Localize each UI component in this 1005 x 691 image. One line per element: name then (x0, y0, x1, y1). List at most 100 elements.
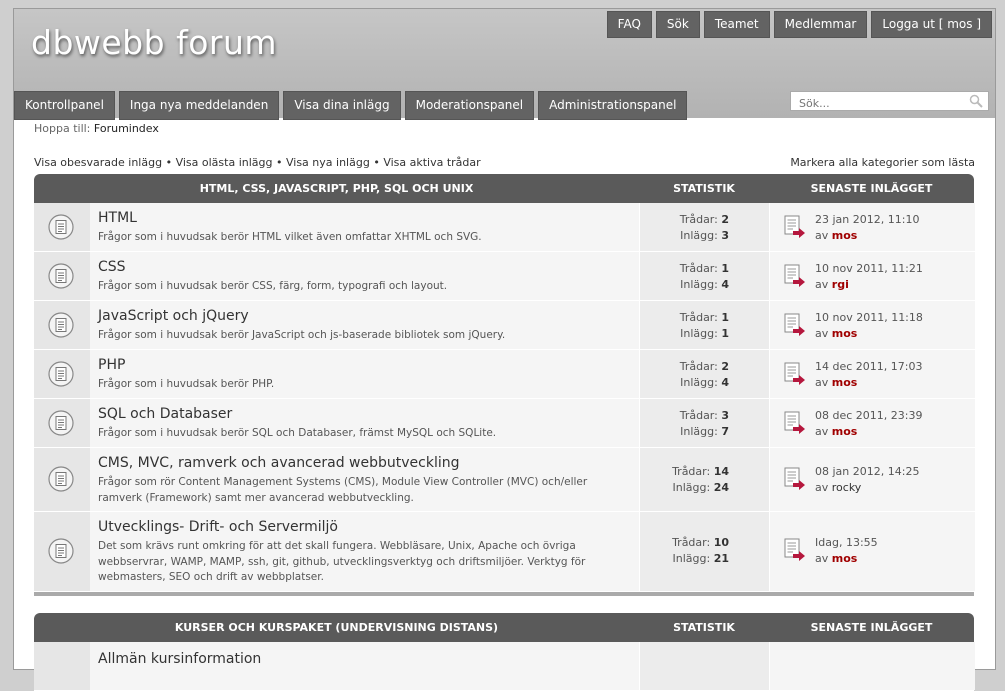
site-title[interactable]: dbwebb forum (31, 23, 277, 62)
by-label: av (815, 376, 829, 389)
threads-label: Trådar: (679, 360, 718, 373)
last-post-author[interactable]: rgi (832, 278, 849, 291)
by-label: av (815, 552, 829, 565)
last-post-author[interactable]: mos (832, 425, 858, 438)
category-section: HTML, CSS, JAVASCRIPT, PHP, SQL OCH UNIX… (34, 174, 975, 596)
tab-your-posts[interactable]: Visa dina inlägg (283, 91, 401, 120)
threads-label: Trådar: (679, 311, 718, 324)
threads-count: 14 (713, 465, 729, 478)
forum-description: Frågor som i huvudsak berör CSS, färg, f… (98, 280, 448, 292)
quick-links: Visa obesvarade inlägg • Visa olästa inl… (34, 156, 481, 169)
nav-search-button[interactable]: Sök (655, 11, 700, 38)
separator: • (165, 156, 173, 169)
category-title[interactable]: HTML, CSS, JAVASCRIPT, PHP, SQL OCH UNIX (34, 174, 639, 203)
forum-row: Utvecklings- Drift- och Servermiljö Det … (34, 512, 975, 592)
search-box (790, 91, 989, 113)
forum-description: Frågor som i huvudsak berör JavaScript o… (98, 329, 506, 341)
forum-title-link[interactable]: Utvecklings- Drift- och Servermiljö (98, 519, 338, 535)
last-post-date: Idag, 13:55 (815, 536, 878, 549)
view-last-post-icon[interactable] (784, 467, 806, 491)
posts-count: 7 (721, 425, 729, 438)
statistics-header: STATISTIK (673, 182, 735, 195)
forum-description: Frågor som i huvudsak berör HTML vilket … (98, 231, 482, 243)
forum-description: Frågor som i huvudsak berör PHP. (98, 378, 275, 390)
view-last-post-icon[interactable] (784, 538, 806, 562)
logout-button[interactable]: Logga ut [ mos ] (871, 11, 992, 38)
forum-read-icon (48, 312, 74, 338)
separator: • (275, 156, 283, 169)
view-last-post-icon[interactable] (784, 215, 806, 239)
threads-label: Trådar: (679, 409, 718, 422)
threads-label: Trådar: (672, 465, 711, 478)
forum-page: dbwebb forum FAQ Sök Teamet Medlemmar Lo… (13, 8, 996, 691)
nav-members-button[interactable]: Medlemmar (773, 11, 868, 38)
new-posts-link[interactable]: Visa nya inlägg (286, 156, 370, 169)
statistics-header: STATISTIK (673, 621, 735, 634)
threads-label: Trådar: (679, 262, 718, 275)
threads-count: 2 (721, 213, 729, 226)
forum-read-icon (48, 214, 74, 240)
forum-row: Allmän kursinformation (34, 642, 975, 691)
forum-title-link[interactable]: HTML (98, 210, 137, 226)
tab-administration-panel[interactable]: Administrationspanel (538, 91, 688, 120)
by-label: av (815, 229, 829, 242)
last-post-author[interactable]: rocky (832, 481, 862, 494)
tab-no-new-messages[interactable]: Inga nya meddelanden (118, 91, 280, 120)
forum-row: HTML Frågor som i huvudsak berör HTML vi… (34, 203, 975, 252)
search-icon[interactable] (969, 94, 983, 108)
posts-label: Inlägg: (672, 481, 711, 494)
tab-control-panel[interactable]: Kontrollpanel (14, 91, 115, 120)
view-last-post-icon[interactable] (784, 264, 806, 288)
unread-posts-link[interactable]: Visa olästa inlägg (176, 156, 273, 169)
active-topics-link[interactable]: Visa aktiva trådar (383, 156, 480, 169)
tab-moderation-panel[interactable]: Moderationspanel (404, 91, 535, 120)
forum-title-link[interactable]: Allmän kursinformation (98, 651, 261, 667)
posts-count: 21 (713, 552, 729, 565)
category-header: HTML, CSS, JAVASCRIPT, PHP, SQL OCH UNIX… (34, 174, 974, 203)
last-post-header: SENASTE INLÄGGET (810, 182, 933, 195)
forum-title-link[interactable]: JavaScript och jQuery (98, 308, 249, 324)
breadcrumb: Hoppa till: Forumindex (34, 122, 159, 135)
last-post-author[interactable]: mos (832, 552, 858, 565)
nav-faq-button[interactable]: FAQ (606, 11, 652, 38)
forum-title-link[interactable]: PHP (98, 357, 125, 373)
posts-label: Inlägg: (680, 327, 718, 340)
unanswered-posts-link[interactable]: Visa obesvarade inlägg (34, 156, 162, 169)
posts-count: 24 (713, 481, 729, 494)
nav-team-button[interactable]: Teamet (703, 11, 770, 38)
posts-count: 4 (721, 376, 729, 389)
threads-count: 1 (721, 311, 729, 324)
header: dbwebb forum FAQ Sök Teamet Medlemmar Lo… (14, 9, 995, 120)
forum-row: CMS, MVC, ramverk och avancerad webbutve… (34, 448, 975, 512)
forum-read-icon (48, 361, 74, 387)
category-title[interactable]: KURSER OCH KURSPAKET (UNDERVISNING DISTA… (34, 613, 639, 642)
last-post-date: 14 dec 2011, 17:03 (815, 360, 923, 373)
by-label: av (815, 481, 829, 494)
forum-index-link[interactable]: Forumindex (94, 122, 159, 135)
by-label: av (815, 425, 829, 438)
forum-title-link[interactable]: SQL och Databaser (98, 406, 232, 422)
view-last-post-icon[interactable] (784, 313, 806, 337)
forum-title-link[interactable]: CSS (98, 259, 126, 275)
mark-all-read-link[interactable]: Markera alla kategorier som lästa (790, 156, 975, 169)
view-last-post-icon[interactable] (784, 362, 806, 386)
last-post-date: 10 nov 2011, 11:18 (815, 311, 923, 324)
last-post-header: SENASTE INLÄGGET (810, 621, 933, 634)
last-post-author[interactable]: mos (832, 229, 858, 242)
forum-read-icon (48, 538, 74, 564)
tab-bar: Kontrollpanel Inga nya meddelanden Visa … (14, 91, 688, 120)
threads-count: 3 (721, 409, 729, 422)
threads-count: 1 (721, 262, 729, 275)
search-input[interactable] (791, 94, 969, 113)
threads-label: Trådar: (679, 213, 718, 226)
forum-description: Det som krävs runt omkring för att det s… (98, 540, 586, 583)
threads-label: Trådar: (672, 536, 711, 549)
forum-row: SQL och Databaser Frågor som i huvudsak … (34, 399, 975, 448)
forum-title-link[interactable]: CMS, MVC, ramverk och avancerad webbutve… (98, 455, 459, 471)
last-post-author[interactable]: mos (832, 376, 858, 389)
view-last-post-icon[interactable] (784, 411, 806, 435)
last-post-author[interactable]: mos (832, 327, 858, 340)
category-header: KURSER OCH KURSPAKET (UNDERVISNING DISTA… (34, 613, 974, 642)
forum-read-icon (48, 410, 74, 436)
last-post-date: 08 dec 2011, 23:39 (815, 409, 923, 422)
